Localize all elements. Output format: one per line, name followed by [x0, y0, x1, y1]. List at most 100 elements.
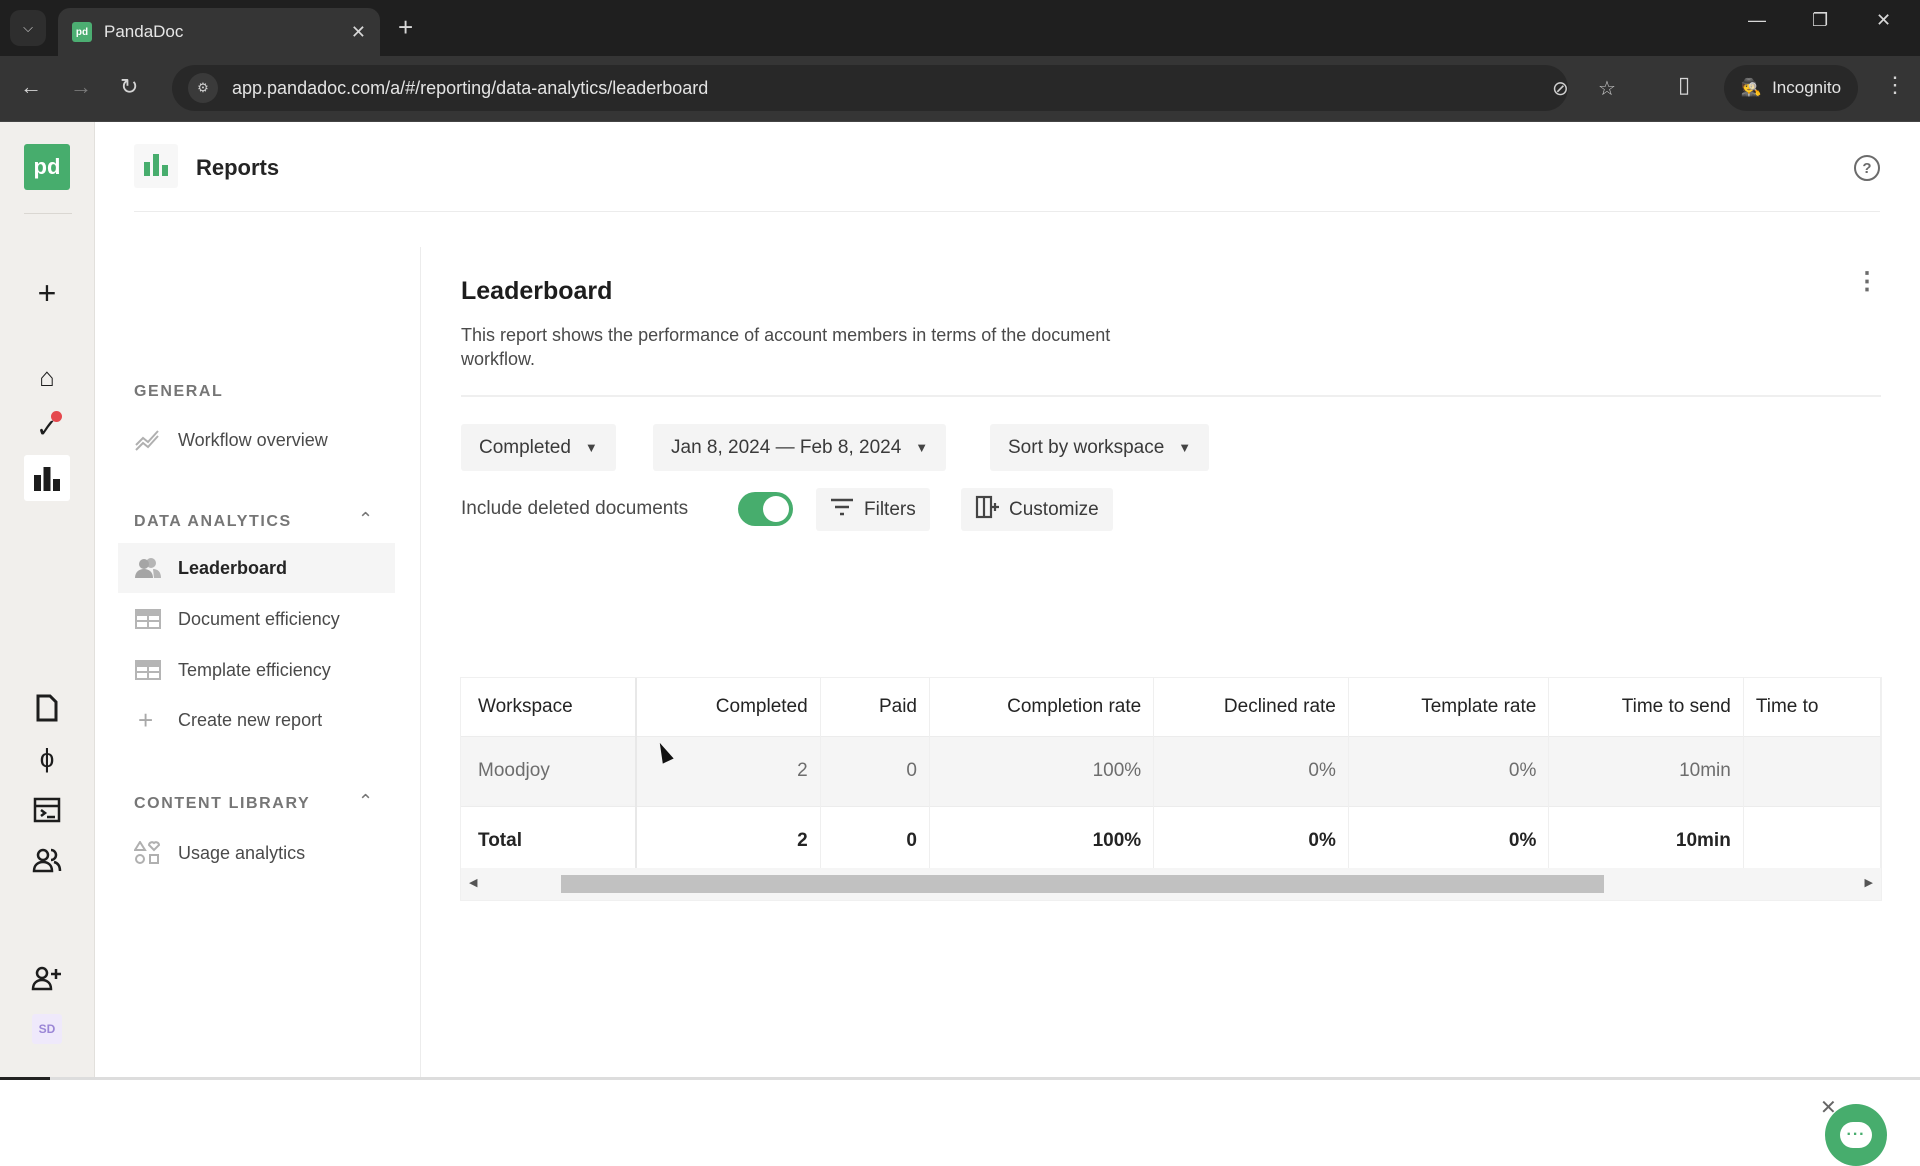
browser-toolbar: ← → ↻ ⚙ app.pandadoc.com/a/#/reporting/d…	[0, 56, 1920, 122]
horizontal-scrollbar[interactable]: ◀ ▶	[461, 868, 1881, 900]
templates-icon[interactable]	[24, 787, 70, 833]
tasks-icon[interactable]: ✓	[24, 405, 70, 451]
header-title: Reports	[196, 155, 280, 180]
cell-workspace: Moodjoy	[461, 735, 638, 806]
include-deleted-label: Include deleted documents	[461, 498, 689, 519]
table-row[interactable]: Moodjoy 2 0 100% 0% 0% 10min	[461, 735, 1881, 806]
incognito-icon: 🕵	[1740, 78, 1763, 97]
column-header-declined-rate[interactable]: Declined rate	[1153, 678, 1349, 736]
filter-icon	[830, 498, 854, 522]
section-data-analytics: DATA ANALYTICS	[134, 513, 292, 530]
star-icon[interactable]: ☆	[1598, 76, 1616, 101]
pandadoc-logo[interactable]: pd	[24, 144, 70, 190]
filters-button[interactable]: Filters	[816, 488, 930, 531]
sidebar-item-label: Workflow overview	[178, 429, 328, 450]
section-content-library: CONTENT LIBRARY	[134, 795, 311, 812]
collapse-content-library-chevron-up-icon[interactable]: ⌃	[358, 791, 373, 812]
table-icon	[134, 659, 164, 681]
eye-off-icon[interactable]: ⊘	[1552, 76, 1569, 101]
filters-label: Filters	[864, 498, 916, 520]
incognito-badge[interactable]: 🕵 Incognito	[1724, 65, 1858, 111]
contacts-icon[interactable]	[24, 837, 70, 883]
scroll-left-arrow-icon[interactable]: ◀	[469, 876, 477, 889]
sidebar-item-label: Create new report	[178, 709, 323, 730]
chat-bubble-icon: ···	[1840, 1122, 1872, 1148]
scroll-right-arrow-icon[interactable]: ▶	[1865, 876, 1873, 889]
forward-button[interactable]: →	[70, 74, 92, 100]
reload-button[interactable]: ↻	[120, 74, 138, 100]
column-header-template-rate[interactable]: Template rate	[1348, 678, 1550, 736]
reports-icon[interactable]	[24, 455, 70, 501]
customize-columns-icon	[975, 495, 999, 525]
include-deleted-toggle[interactable]	[738, 492, 793, 526]
left-rail: pd + ⌂ ✓ ϕ SD	[0, 122, 95, 1078]
minimize-button[interactable]: —	[1748, 10, 1766, 31]
site-info-icon[interactable]: ⚙	[188, 73, 218, 103]
notification-dot	[51, 411, 62, 422]
sort-dropdown[interactable]: Sort by workspace ▼	[990, 424, 1210, 471]
sidebar-item-document-efficiency[interactable]: Document efficiency	[118, 594, 395, 644]
column-header-paid[interactable]: Paid	[820, 678, 931, 736]
sidebar-item-create-new-report[interactable]: + Create new report	[118, 695, 395, 745]
create-icon[interactable]: +	[24, 270, 70, 316]
home-icon[interactable]: ⌂	[24, 354, 70, 400]
shapes-icon	[134, 841, 164, 865]
cell-completion-rate: 100%	[929, 735, 1155, 806]
column-header-completed[interactable]: Completed	[636, 678, 821, 736]
cell-time-to	[1743, 735, 1881, 806]
collapse-data-analytics-chevron-up-icon[interactable]: ⌃	[358, 509, 373, 530]
close-window-button[interactable]: ✕	[1876, 10, 1891, 31]
cell-declined-rate: 0%	[1153, 735, 1349, 806]
page-header: Reports ?	[134, 122, 1880, 212]
back-button[interactable]: ←	[20, 74, 42, 100]
help-icon[interactable]: ?	[1854, 155, 1880, 181]
tab-title: PandaDoc	[104, 22, 184, 41]
reports-sidebar: GENERAL Workflow overview DATA ANALYTICS…	[96, 247, 421, 1078]
column-header-workspace[interactable]: Workspace	[461, 678, 638, 736]
sidebar-item-leaderboard[interactable]: Leaderboard	[118, 543, 395, 593]
scrollbar-thumb[interactable]	[561, 875, 1604, 893]
sort-value: Sort by workspace	[1008, 436, 1165, 458]
rail-divider	[24, 213, 72, 214]
status-dropdown[interactable]: Completed ▼	[461, 424, 616, 471]
column-header-time-to-send[interactable]: Time to send	[1548, 678, 1744, 736]
cell-paid: 0	[820, 735, 931, 806]
automation-bolt-icon[interactable]: ϕ	[24, 735, 70, 781]
sidebar-item-workflow-overview[interactable]: Workflow overview	[118, 415, 395, 465]
customize-button[interactable]: Customize	[961, 488, 1113, 531]
total-declined-rate: 0%	[1153, 805, 1349, 876]
caret-down-icon: ▼	[1178, 440, 1192, 455]
column-header-completion-rate[interactable]: Completion rate	[929, 678, 1155, 736]
divider	[461, 395, 1881, 397]
table-icon	[134, 608, 164, 630]
chat-widget-button[interactable]: ···	[1825, 1104, 1887, 1166]
column-header-time-to[interactable]: Time to	[1743, 678, 1881, 736]
date-range-dropdown[interactable]: Jan 8, 2024 — Feb 8, 2024 ▼	[653, 424, 947, 471]
address-bar[interactable]: ⚙ app.pandadoc.com/a/#/reporting/data-an…	[172, 65, 1616, 111]
browser-tab[interactable]: pd PandaDoc ✕	[58, 8, 380, 56]
trend-line-icon	[134, 429, 164, 451]
total-paid: 0	[820, 805, 931, 876]
invite-user-icon[interactable]	[24, 955, 70, 1001]
section-general: GENERAL	[134, 383, 224, 400]
user-avatar[interactable]: SD	[32, 1014, 62, 1044]
total-time-to-send: 10min	[1548, 805, 1744, 876]
more-options-icon[interactable]: ⋮	[1855, 270, 1879, 294]
total-completion-rate: 100%	[929, 805, 1155, 876]
restore-button[interactable]: ❐	[1812, 10, 1828, 31]
total-template-rate: 0%	[1348, 805, 1550, 876]
close-tab-icon[interactable]: ✕	[351, 22, 366, 43]
date-range-value: Jan 8, 2024 — Feb 8, 2024	[671, 436, 902, 458]
browser-menu-icon[interactable]: ⋮	[1884, 72, 1906, 98]
tab-search-button[interactable]: ⌵	[10, 10, 46, 46]
documents-icon[interactable]	[24, 685, 70, 731]
side-panel-icon[interactable]: ▯	[1678, 72, 1690, 98]
sidebar-item-label: Template efficiency	[178, 659, 331, 680]
pandadoc-favicon-icon: pd	[72, 22, 92, 42]
table-total-row: Total 2 0 100% 0% 0% 10min	[461, 805, 1881, 876]
total-time-to	[1743, 805, 1881, 876]
sidebar-item-usage-analytics[interactable]: Usage analytics	[118, 828, 395, 878]
sidebar-item-template-efficiency[interactable]: Template efficiency	[118, 645, 395, 695]
url-text[interactable]: app.pandadoc.com/a/#/reporting/data-anal…	[232, 78, 708, 99]
new-tab-button[interactable]: +	[398, 12, 413, 43]
